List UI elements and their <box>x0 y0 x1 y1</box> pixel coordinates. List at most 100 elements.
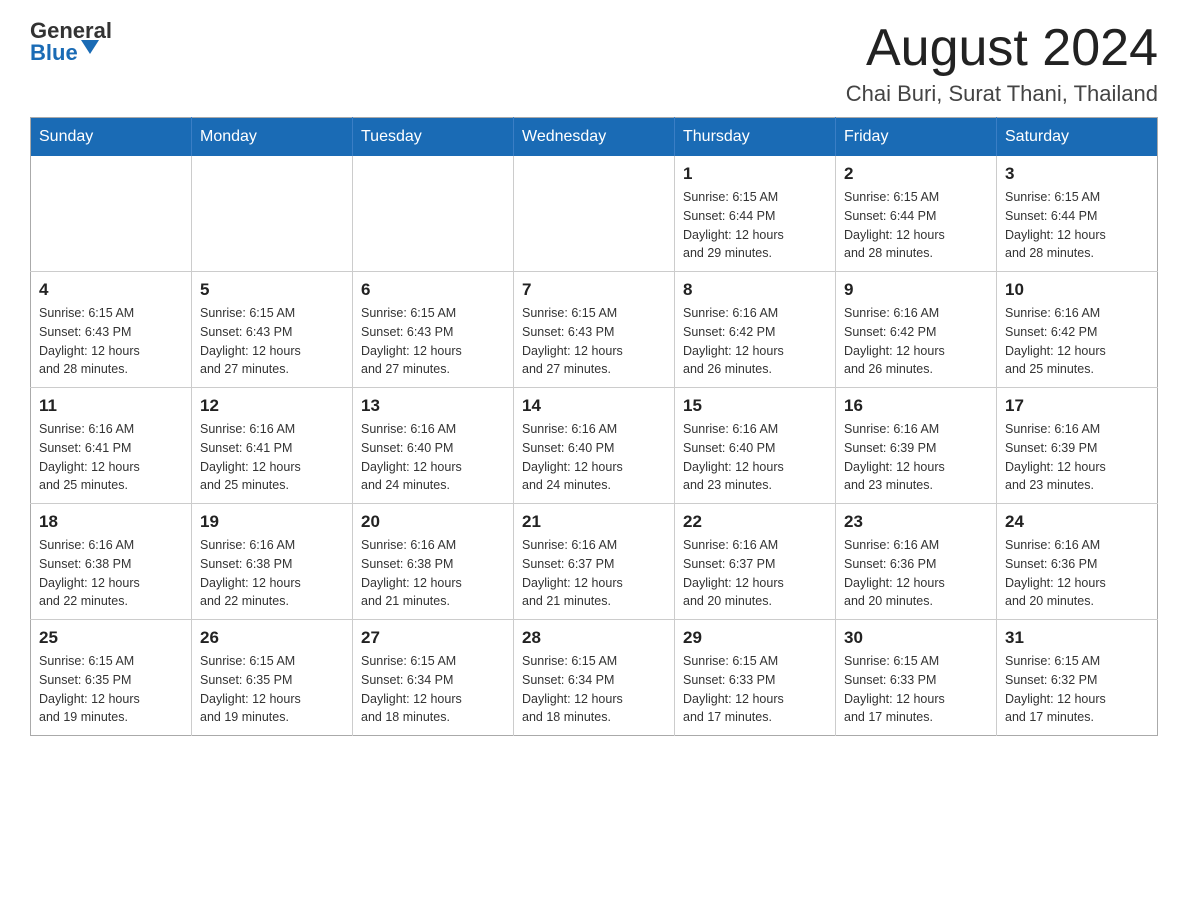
day-number: 21 <box>522 512 666 532</box>
title-section: August 2024 Chai Buri, Surat Thani, Thai… <box>846 20 1158 107</box>
calendar-cell: 27 Sunrise: 6:15 AMSunset: 6:34 PMDayligh… <box>353 620 514 736</box>
calendar-cell: 17 Sunrise: 6:16 AMSunset: 6:39 PMDayligh… <box>997 388 1158 504</box>
calendar-cell <box>353 156 514 272</box>
day-number: 12 <box>200 396 344 416</box>
day-info: Sunrise: 6:16 AMSunset: 6:37 PMDaylight:… <box>522 536 666 611</box>
calendar-body: 1 Sunrise: 6:15 AMSunset: 6:44 PMDaylight… <box>31 156 1158 736</box>
day-info: Sunrise: 6:15 AMSunset: 6:35 PMDaylight:… <box>39 652 183 727</box>
day-number: 17 <box>1005 396 1149 416</box>
calendar-cell: 12 Sunrise: 6:16 AMSunset: 6:41 PMDayligh… <box>192 388 353 504</box>
calendar-cell: 19 Sunrise: 6:16 AMSunset: 6:38 PMDayligh… <box>192 504 353 620</box>
day-number: 26 <box>200 628 344 648</box>
logo-arrow-icon <box>81 40 99 54</box>
weekday-header-thursday: Thursday <box>675 118 836 157</box>
day-info: Sunrise: 6:16 AMSunset: 6:36 PMDaylight:… <box>844 536 988 611</box>
day-number: 31 <box>1005 628 1149 648</box>
day-number: 9 <box>844 280 988 300</box>
day-info: Sunrise: 6:15 AMSunset: 6:44 PMDaylight:… <box>1005 188 1149 263</box>
day-number: 29 <box>683 628 827 648</box>
calendar-week-5: 25 Sunrise: 6:15 AMSunset: 6:35 PMDayligh… <box>31 620 1158 736</box>
day-info: Sunrise: 6:16 AMSunset: 6:41 PMDaylight:… <box>39 420 183 495</box>
day-number: 30 <box>844 628 988 648</box>
location-title: Chai Buri, Surat Thani, Thailand <box>846 81 1158 107</box>
day-info: Sunrise: 6:15 AMSunset: 6:43 PMDaylight:… <box>200 304 344 379</box>
calendar-cell: 21 Sunrise: 6:16 AMSunset: 6:37 PMDayligh… <box>514 504 675 620</box>
calendar-cell: 25 Sunrise: 6:15 AMSunset: 6:35 PMDayligh… <box>31 620 192 736</box>
weekday-header-sunday: Sunday <box>31 118 192 157</box>
page-header: General Blue August 2024 Chai Buri, Sura… <box>30 20 1158 107</box>
calendar-cell: 15 Sunrise: 6:16 AMSunset: 6:40 PMDayligh… <box>675 388 836 504</box>
day-number: 11 <box>39 396 183 416</box>
day-info: Sunrise: 6:16 AMSunset: 6:42 PMDaylight:… <box>683 304 827 379</box>
day-info: Sunrise: 6:15 AMSunset: 6:35 PMDaylight:… <box>200 652 344 727</box>
calendar-cell: 26 Sunrise: 6:15 AMSunset: 6:35 PMDayligh… <box>192 620 353 736</box>
day-number: 23 <box>844 512 988 532</box>
calendar-cell: 6Sunrise: 6:15 AMSunset: 6:43 PMDaylight… <box>353 272 514 388</box>
calendar-cell <box>514 156 675 272</box>
calendar-cell: 22 Sunrise: 6:16 AMSunset: 6:37 PMDayligh… <box>675 504 836 620</box>
calendar-week-4: 18 Sunrise: 6:16 AMSunset: 6:38 PMDayligh… <box>31 504 1158 620</box>
weekday-header-wednesday: Wednesday <box>514 118 675 157</box>
day-info: Sunrise: 6:16 AMSunset: 6:36 PMDaylight:… <box>1005 536 1149 611</box>
weekday-header-tuesday: Tuesday <box>353 118 514 157</box>
day-info: Sunrise: 6:15 AMSunset: 6:44 PMDaylight:… <box>844 188 988 263</box>
day-number: 4 <box>39 280 183 300</box>
day-number: 16 <box>844 396 988 416</box>
day-info: Sunrise: 6:16 AMSunset: 6:40 PMDaylight:… <box>361 420 505 495</box>
day-number: 27 <box>361 628 505 648</box>
logo: General Blue <box>30 20 112 64</box>
calendar-cell: 16Sunrise: 6:16 AMSunset: 6:39 PMDayligh… <box>836 388 997 504</box>
weekday-header-row: SundayMondayTuesdayWednesdayThursdayFrid… <box>31 118 1158 157</box>
day-number: 14 <box>522 396 666 416</box>
day-info: Sunrise: 6:16 AMSunset: 6:38 PMDaylight:… <box>200 536 344 611</box>
calendar-cell: 5 Sunrise: 6:15 AMSunset: 6:43 PMDaylight… <box>192 272 353 388</box>
calendar-cell: 31 Sunrise: 6:15 AMSunset: 6:32 PMDayligh… <box>997 620 1158 736</box>
calendar-cell: 29Sunrise: 6:15 AMSunset: 6:33 PMDayligh… <box>675 620 836 736</box>
calendar-cell: 3 Sunrise: 6:15 AMSunset: 6:44 PMDaylight… <box>997 156 1158 272</box>
day-info: Sunrise: 6:16 AMSunset: 6:40 PMDaylight:… <box>522 420 666 495</box>
day-number: 28 <box>522 628 666 648</box>
weekday-header-friday: Friday <box>836 118 997 157</box>
calendar-cell: 20 Sunrise: 6:16 AMSunset: 6:38 PMDayligh… <box>353 504 514 620</box>
day-number: 18 <box>39 512 183 532</box>
day-number: 10 <box>1005 280 1149 300</box>
calendar-cell: 7Sunrise: 6:15 AMSunset: 6:43 PMDaylight… <box>514 272 675 388</box>
day-info: Sunrise: 6:15 AMSunset: 6:44 PMDaylight:… <box>683 188 827 263</box>
day-number: 15 <box>683 396 827 416</box>
calendar-cell: 23 Sunrise: 6:16 AMSunset: 6:36 PMDayligh… <box>836 504 997 620</box>
day-number: 20 <box>361 512 505 532</box>
day-number: 25 <box>39 628 183 648</box>
day-info: Sunrise: 6:16 AMSunset: 6:38 PMDaylight:… <box>39 536 183 611</box>
calendar-cell: 10Sunrise: 6:16 AMSunset: 6:42 PMDayligh… <box>997 272 1158 388</box>
logo-blue-text: Blue <box>30 42 112 64</box>
calendar-cell: 9Sunrise: 6:16 AMSunset: 6:42 PMDaylight… <box>836 272 997 388</box>
day-info: Sunrise: 6:16 AMSunset: 6:41 PMDaylight:… <box>200 420 344 495</box>
day-number: 22 <box>683 512 827 532</box>
weekday-header-monday: Monday <box>192 118 353 157</box>
day-number: 24 <box>1005 512 1149 532</box>
day-info: Sunrise: 6:16 AMSunset: 6:40 PMDaylight:… <box>683 420 827 495</box>
calendar-header: SundayMondayTuesdayWednesdayThursdayFrid… <box>31 118 1158 157</box>
day-number: 3 <box>1005 164 1149 184</box>
day-info: Sunrise: 6:16 AMSunset: 6:38 PMDaylight:… <box>361 536 505 611</box>
day-number: 2 <box>844 164 988 184</box>
calendar-table: SundayMondayTuesdayWednesdayThursdayFrid… <box>30 117 1158 736</box>
day-info: Sunrise: 6:15 AMSunset: 6:43 PMDaylight:… <box>361 304 505 379</box>
calendar-cell: 28Sunrise: 6:15 AMSunset: 6:34 PMDayligh… <box>514 620 675 736</box>
day-number: 7 <box>522 280 666 300</box>
day-number: 13 <box>361 396 505 416</box>
calendar-cell: 2 Sunrise: 6:15 AMSunset: 6:44 PMDaylight… <box>836 156 997 272</box>
day-info: Sunrise: 6:16 AMSunset: 6:37 PMDaylight:… <box>683 536 827 611</box>
calendar-cell: 1 Sunrise: 6:15 AMSunset: 6:44 PMDaylight… <box>675 156 836 272</box>
day-number: 19 <box>200 512 344 532</box>
logo-general-text: General <box>30 20 112 42</box>
calendar-cell: 11 Sunrise: 6:16 AMSunset: 6:41 PMDayligh… <box>31 388 192 504</box>
day-number: 1 <box>683 164 827 184</box>
day-info: Sunrise: 6:15 AMSunset: 6:32 PMDaylight:… <box>1005 652 1149 727</box>
calendar-cell: 8Sunrise: 6:16 AMSunset: 6:42 PMDaylight… <box>675 272 836 388</box>
day-info: Sunrise: 6:16 AMSunset: 6:39 PMDaylight:… <box>1005 420 1149 495</box>
month-title: August 2024 <box>846 20 1158 77</box>
day-number: 5 <box>200 280 344 300</box>
day-info: Sunrise: 6:15 AMSunset: 6:34 PMDaylight:… <box>361 652 505 727</box>
calendar-cell: 24 Sunrise: 6:16 AMSunset: 6:36 PMDayligh… <box>997 504 1158 620</box>
